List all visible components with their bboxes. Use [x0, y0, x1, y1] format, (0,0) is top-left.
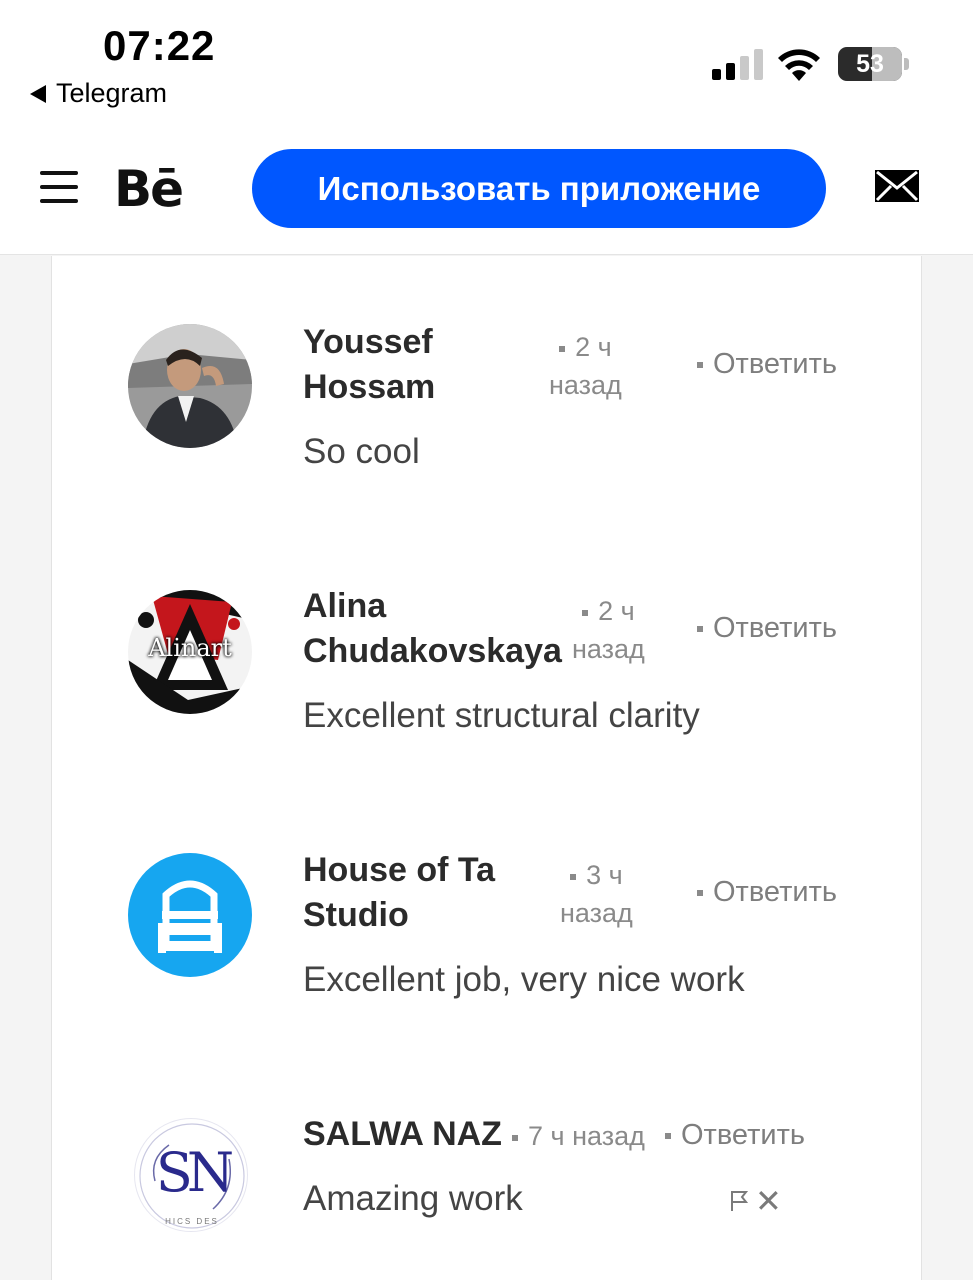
- mail-icon[interactable]: [875, 170, 919, 202]
- back-link-label: Telegram: [56, 78, 168, 108]
- close-icon[interactable]: ✕: [755, 1185, 782, 1217]
- comment-time: 7 ч назад: [512, 1117, 645, 1155]
- avatar-youssef-hossam[interactable]: [128, 324, 252, 448]
- status-time: 07:22: [103, 22, 216, 69]
- back-to-telegram-link[interactable]: Telegram: [30, 78, 167, 109]
- comment-time: 2 ч назад: [549, 332, 622, 400]
- reply-link[interactable]: Ответить: [697, 873, 837, 911]
- avatar-logo-text: Alinart: [148, 634, 232, 662]
- behance-logo[interactable]: Bē: [114, 160, 184, 218]
- avatar-monogram: SN: [155, 1141, 234, 1204]
- comment-text: So cool: [303, 432, 420, 471]
- comment-time: 3 ч назад: [560, 860, 633, 928]
- app-header: Bē Использовать приложение: [0, 130, 973, 255]
- reply-link[interactable]: Ответить: [697, 609, 837, 647]
- flag-icon[interactable]: [729, 1189, 749, 1213]
- back-arrow-icon: [30, 84, 46, 103]
- comment-author[interactable]: Youssef Hossam: [303, 320, 435, 410]
- avatar-subtext: HICS DES: [165, 1217, 219, 1226]
- menu-icon[interactable]: [40, 171, 78, 203]
- battery-icon: 53: [838, 47, 902, 81]
- comment-text: Amazing work: [303, 1179, 523, 1218]
- comment-author[interactable]: House of Ta Studio: [303, 848, 495, 938]
- comment-author[interactable]: SALWA NAZ: [303, 1112, 502, 1157]
- comment-text: Excellent structural clarity: [303, 696, 700, 735]
- avatar-alina-chudakovskaya[interactable]: Alinart: [128, 590, 252, 714]
- reply-link[interactable]: Ответить: [697, 345, 837, 383]
- comment-time: 2 ч назад: [572, 596, 645, 664]
- comment-author[interactable]: Alina Chudakovskaya: [303, 584, 562, 674]
- comments-list: Youssef Hossam 2 ч назад Ответить So coo…: [51, 256, 922, 1280]
- open-app-button[interactable]: Использовать приложение: [252, 149, 826, 228]
- comment-text: Excellent job, very nice work: [303, 960, 745, 999]
- wifi-icon: [778, 49, 820, 81]
- avatar-salwa-naz[interactable]: SN HICS DES: [134, 1118, 248, 1232]
- battery-level: 53: [856, 49, 884, 78]
- avatar-house-of-ta-studio[interactable]: [128, 853, 252, 977]
- stool-icon: [158, 880, 222, 953]
- battery-tip: [904, 58, 909, 70]
- cellular-signal-icon: [712, 48, 763, 80]
- status-bar: 07:22 Telegram 53: [0, 0, 973, 130]
- reply-link[interactable]: Ответить: [665, 1116, 805, 1154]
